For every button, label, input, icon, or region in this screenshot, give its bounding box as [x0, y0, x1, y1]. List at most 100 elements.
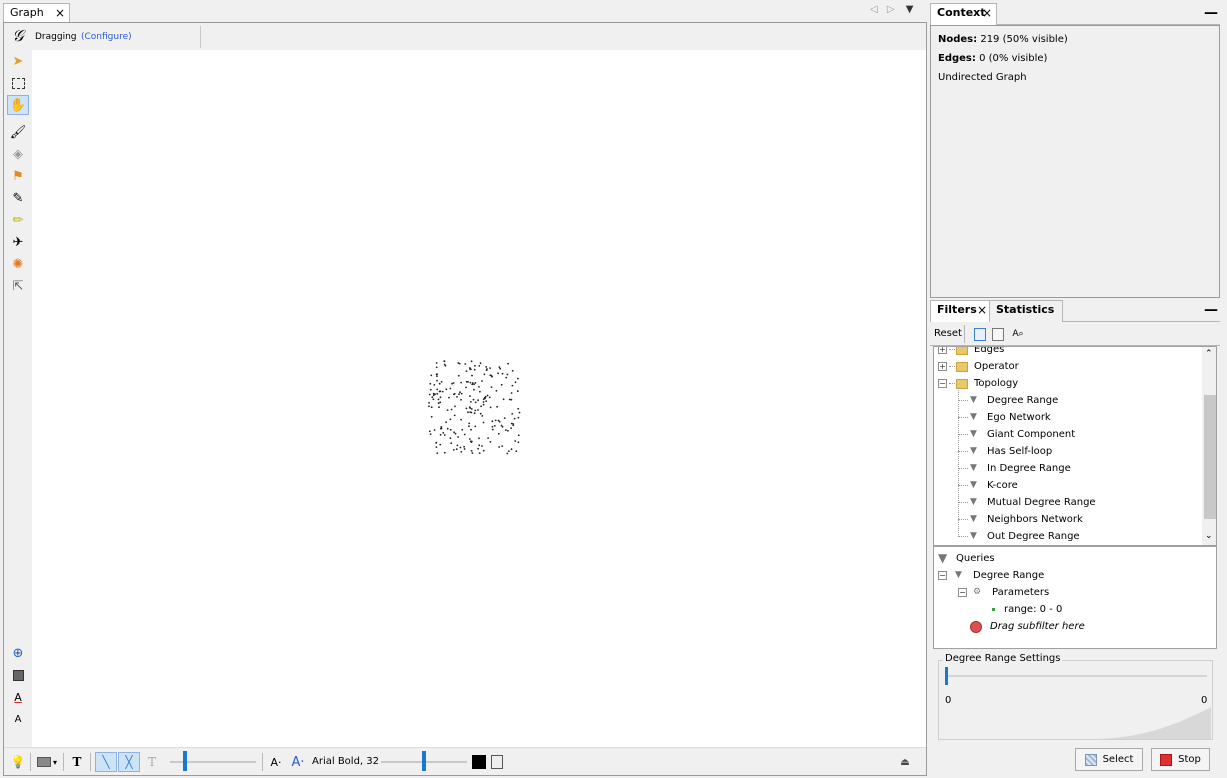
graph-node[interactable] [497, 372, 499, 375]
graph-node[interactable] [458, 362, 461, 365]
graph-node[interactable] [489, 374, 492, 377]
graph-node[interactable] [495, 389, 498, 392]
collapse-icon[interactable]: − [938, 379, 947, 388]
graph-node[interactable] [468, 425, 470, 428]
graph-node[interactable] [431, 396, 434, 399]
graph-node[interactable] [428, 393, 431, 396]
nav-prev-icon[interactable]: ◁ [870, 4, 878, 15]
graph-node[interactable] [473, 368, 476, 371]
graph-node[interactable] [482, 401, 485, 403]
graph-node[interactable] [470, 401, 472, 403]
collapse-icon[interactable]: − [938, 571, 947, 580]
graph-node[interactable] [471, 374, 473, 377]
graph-node[interactable] [454, 405, 456, 408]
graph-node[interactable] [497, 419, 500, 422]
graph-node[interactable] [483, 373, 486, 376]
graph-node[interactable] [481, 445, 483, 447]
airplane-icon[interactable]: ✈ [7, 232, 29, 252]
graph-node[interactable] [445, 421, 447, 424]
graph-node[interactable] [432, 394, 435, 397]
graph-node[interactable] [491, 375, 493, 378]
graph-node[interactable] [470, 360, 473, 363]
graph-node[interactable] [478, 386, 480, 388]
graph-node[interactable] [460, 418, 462, 421]
graph-node[interactable] [460, 398, 462, 401]
stop-button[interactable]: Stop [1151, 748, 1210, 771]
range-slider-knob[interactable] [945, 667, 948, 685]
graph-node[interactable] [473, 388, 475, 391]
graph-node[interactable] [468, 406, 471, 408]
graph-node[interactable] [463, 445, 465, 448]
graph-node[interactable] [443, 363, 446, 366]
graph-node[interactable] [429, 382, 432, 385]
graph-node[interactable] [497, 432, 500, 435]
graph-node[interactable] [480, 405, 482, 408]
graph-node[interactable] [452, 449, 455, 451]
graph-node[interactable] [511, 413, 514, 415]
graph-node[interactable] [457, 436, 459, 438]
graph-node[interactable] [472, 398, 475, 401]
graph-node[interactable] [469, 395, 471, 397]
graph-node[interactable] [435, 362, 438, 364]
graph-node[interactable] [463, 448, 466, 450]
graph-node[interactable] [463, 433, 466, 436]
pointer-icon[interactable]: ➤ [7, 51, 29, 71]
graph-node[interactable] [470, 440, 473, 443]
font-increase-button[interactable]: A· [289, 752, 307, 772]
graph-node[interactable] [449, 428, 452, 431]
graph-node[interactable] [430, 415, 433, 418]
graph-node[interactable] [477, 399, 479, 402]
edge-color-icon[interactable]: ╳ [118, 752, 140, 772]
graph-node[interactable] [436, 379, 438, 382]
graph-node[interactable] [510, 427, 512, 429]
graph-node[interactable] [518, 411, 521, 414]
graph-node[interactable] [432, 398, 435, 401]
graph-node[interactable] [510, 398, 513, 401]
graph-node[interactable] [486, 394, 489, 397]
graph-node[interactable] [436, 388, 439, 391]
graph-node[interactable] [471, 452, 474, 454]
heat-icon[interactable]: ✺ [7, 254, 29, 274]
scroll-thumb[interactable] [1204, 395, 1216, 519]
graph-node[interactable] [456, 444, 459, 447]
graph-canvas[interactable] [32, 50, 926, 747]
graph-node[interactable] [517, 416, 520, 419]
eject-icon[interactable]: ⏏ [898, 752, 912, 772]
graph-node[interactable] [501, 372, 504, 375]
graph-node[interactable] [430, 406, 433, 409]
graph-node[interactable] [498, 446, 500, 448]
graph-node[interactable] [436, 375, 438, 378]
graph-node[interactable] [500, 424, 503, 427]
graph-node[interactable] [514, 440, 517, 442]
graph-node[interactable] [438, 406, 440, 409]
brush-icon[interactable]: 🖌 [7, 122, 29, 142]
graph-node[interactable] [511, 384, 514, 387]
show-labels-icon[interactable]: T [68, 752, 86, 772]
graph-node[interactable] [478, 365, 481, 367]
graph-node[interactable] [482, 421, 485, 424]
edge-straight-icon[interactable]: ╲ [95, 752, 117, 772]
graph-node[interactable] [491, 428, 494, 431]
graph-node[interactable] [485, 369, 488, 372]
graph-node[interactable] [493, 425, 496, 427]
tab-statistics[interactable]: Statistics [989, 300, 1063, 322]
graph-node[interactable] [429, 388, 432, 391]
graph-node[interactable] [478, 444, 481, 447]
label-color-swatch[interactable] [471, 752, 487, 772]
graph-node[interactable] [470, 450, 473, 452]
scroll-up-icon[interactable]: ⌃ [1205, 349, 1213, 359]
graph-node[interactable] [439, 433, 442, 436]
nav-menu-icon[interactable]: ▼ [906, 4, 914, 15]
graph-node[interactable] [514, 381, 517, 384]
graph-node[interactable] [503, 417, 506, 419]
graph-node[interactable] [456, 396, 458, 398]
graph-node[interactable] [429, 433, 432, 435]
graph-node[interactable] [477, 447, 479, 450]
graph-node[interactable] [516, 390, 519, 393]
graph-node[interactable] [505, 376, 508, 379]
tab-graph[interactable]: Graph × [3, 3, 70, 23]
graph-node[interactable] [468, 438, 471, 440]
graph-node[interactable] [435, 442, 438, 444]
graph-node[interactable] [485, 400, 488, 402]
graph-node[interactable] [481, 380, 483, 382]
